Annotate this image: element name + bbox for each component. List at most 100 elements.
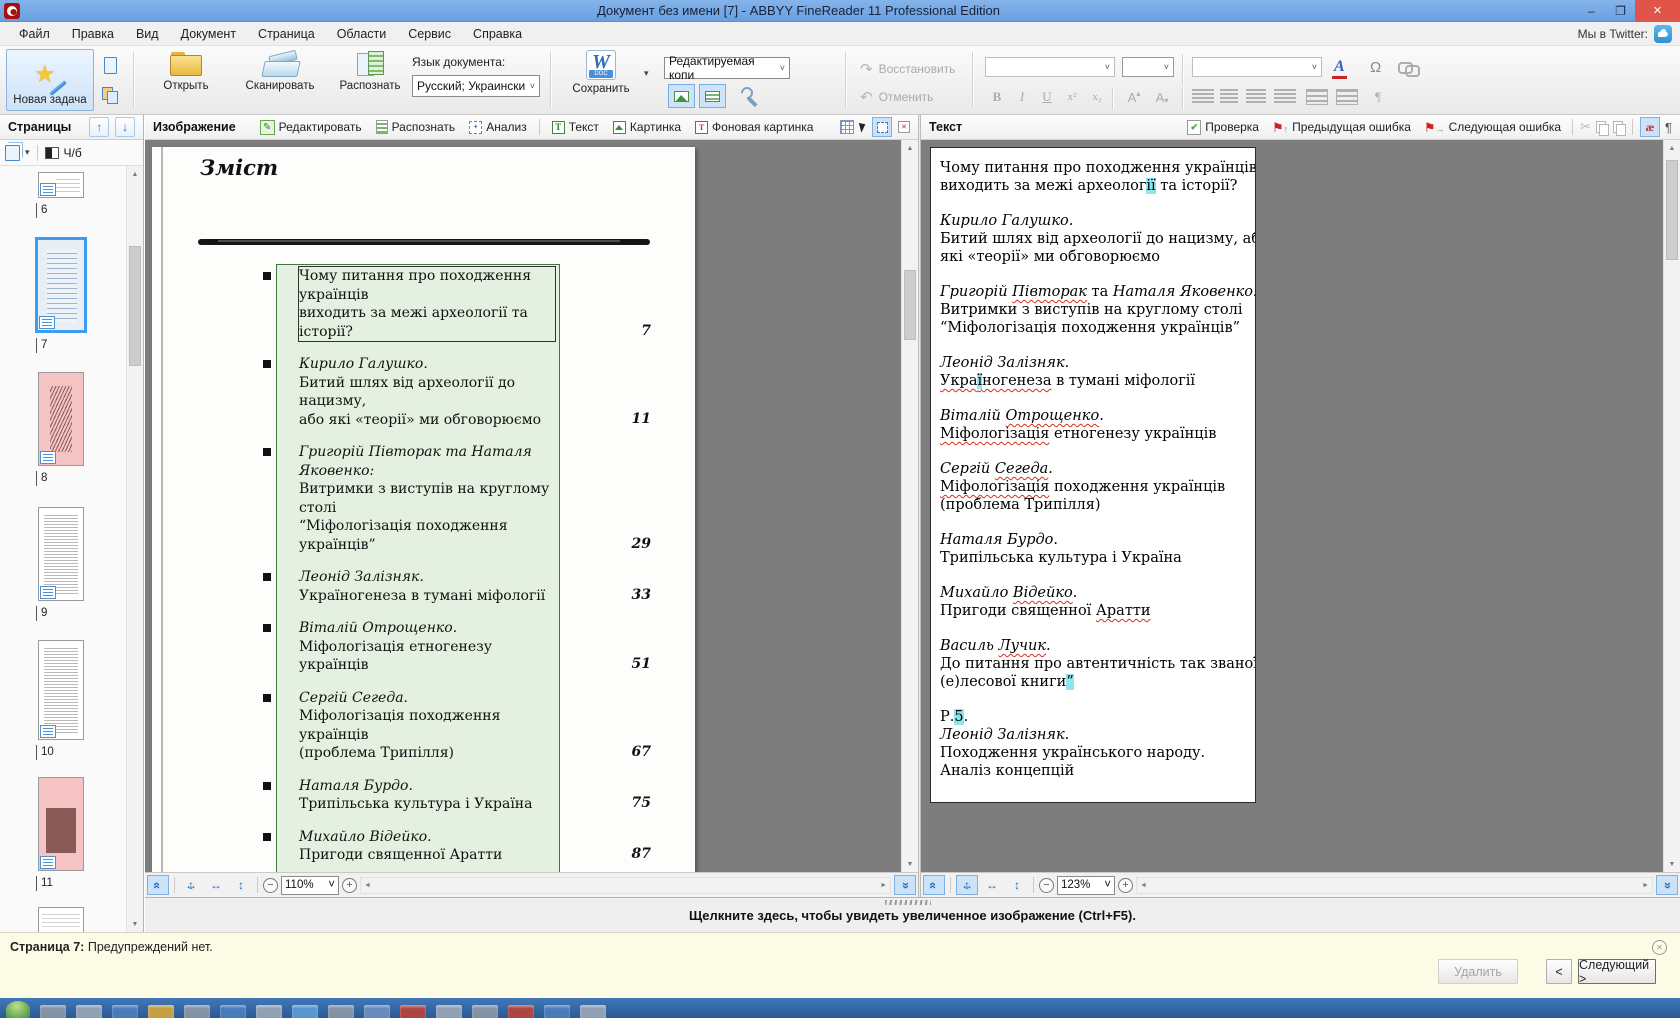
- zoom-pane-strip[interactable]: Щелкните здесь, чтобы увидеть увеличенно…: [145, 897, 1680, 932]
- scroll-up-icon[interactable]: ▲: [902, 140, 918, 156]
- image-zoom-select[interactable]: 110% ˅: [281, 875, 339, 895]
- menu-item-Справка[interactable]: Справка: [462, 27, 533, 41]
- fit-width-button[interactable]: ↔: [205, 875, 227, 895]
- fit-page-button[interactable]: ↔ ↕: [180, 875, 202, 895]
- scroll-up-icon[interactable]: ▲: [1664, 140, 1680, 156]
- taskbar-icon[interactable]: [220, 1005, 246, 1018]
- previous-error-button[interactable]: ⚑↑ Предыдущая ошибка: [1268, 119, 1415, 135]
- recognize-page-button[interactable]: Распознать: [372, 119, 460, 135]
- scroll-down-icon[interactable]: ▼: [127, 916, 143, 932]
- open-button[interactable]: Открыть: [146, 51, 226, 92]
- layout-mode-toggle[interactable]: [699, 84, 726, 108]
- collapse-panel-button[interactable]: «: [923, 875, 945, 895]
- page-thumbnail-8[interactable]: [38, 372, 84, 466]
- taskbar-icon[interactable]: [328, 1005, 354, 1018]
- zoom-in-button[interactable]: +: [1118, 877, 1133, 893]
- restore-button[interactable]: ❐: [1606, 0, 1635, 22]
- taskbar-icon[interactable]: [508, 1005, 534, 1018]
- page-thumbnail-11[interactable]: [38, 777, 84, 871]
- minimize-button[interactable]: –: [1577, 0, 1606, 22]
- menu-item-Вид[interactable]: Вид: [125, 27, 170, 41]
- analyze-button[interactable]: ✦ Анализ: [465, 119, 531, 135]
- page-thumbnail-partial[interactable]: [38, 907, 84, 933]
- taskbar-icon[interactable]: [436, 1005, 462, 1018]
- zoom-in-button[interactable]: +: [342, 877, 357, 893]
- start-button[interactable]: [6, 1001, 30, 1018]
- select-zone-tool-active[interactable]: [872, 117, 892, 137]
- save-dropdown-arrow[interactable]: ▾: [644, 68, 649, 79]
- image-canvas[interactable]: Зміст Чому питання про походження україн…: [145, 140, 918, 872]
- scrollbar-thumb[interactable]: [1666, 160, 1678, 260]
- recognize-button[interactable]: ▼ Распознать: [330, 48, 410, 92]
- scroll-down-icon[interactable]: ▼: [902, 856, 918, 872]
- font-color-icon[interactable]: A: [1332, 58, 1347, 79]
- menu-item-Документ[interactable]: Документ: [170, 27, 247, 41]
- move-page-up-button[interactable]: ↑: [89, 117, 110, 137]
- taskbar-icon[interactable]: [148, 1005, 174, 1018]
- delete-zone-tool[interactable]: ✕: [898, 121, 910, 133]
- background-picture-zone-button[interactable]: T Фоновая картинка: [691, 119, 817, 135]
- recognized-text-page[interactable]: Чому питання про походження українців вих…: [930, 147, 1256, 803]
- taskbar-icon[interactable]: [76, 1005, 102, 1018]
- edit-image-button[interactable]: ✎ Редактировать: [256, 119, 366, 136]
- taskbar-icon[interactable]: [112, 1005, 138, 1018]
- view-dropdown-arrow[interactable]: ▾: [25, 147, 30, 158]
- scroll-down-icon[interactable]: ▼: [1664, 856, 1680, 872]
- zoom-out-button[interactable]: −: [1039, 877, 1054, 893]
- page-thumbnail-9[interactable]: [38, 507, 84, 601]
- pages-scrollbar[interactable]: ▲ ▼: [126, 166, 143, 932]
- previous-page-button[interactable]: <: [1546, 959, 1572, 984]
- menu-item-Сервис[interactable]: Сервис: [397, 27, 462, 41]
- fit-width-button[interactable]: ↔: [981, 875, 1003, 895]
- menu-item-Страница[interactable]: Страница: [247, 27, 326, 41]
- save-format-select[interactable]: Редактируемая копи ˅: [664, 54, 790, 82]
- thumbnail-view-icon[interactable]: [5, 144, 20, 161]
- next-page-button[interactable]: «: [1656, 875, 1678, 895]
- text-vertical-scrollbar[interactable]: ▲ ▼: [1663, 140, 1680, 872]
- zoom-out-button[interactable]: −: [263, 877, 278, 893]
- picture-zone-button[interactable]: Картинка: [609, 119, 685, 135]
- fit-page-button[interactable]: ↔ ↕: [956, 875, 978, 895]
- taskbar-icon[interactable]: [400, 1005, 426, 1018]
- new-page-button[interactable]: [97, 52, 123, 78]
- image-mode-toggle[interactable]: [668, 84, 695, 108]
- zoom-pane-hint[interactable]: Щелкните здесь, чтобы увидеть увеличенно…: [689, 908, 1136, 923]
- menu-item-Области[interactable]: Области: [326, 27, 398, 41]
- close-button[interactable]: ✕: [1635, 0, 1680, 22]
- next-page-button-bottom[interactable]: Следующий >: [1578, 958, 1656, 986]
- cursor-tool-icon[interactable]: [858, 121, 868, 133]
- scroll-up-icon[interactable]: ▲: [127, 166, 143, 182]
- scrollbar-thumb[interactable]: [904, 270, 916, 340]
- close-warnings-icon[interactable]: ✕: [1652, 940, 1667, 955]
- table-grid-icon[interactable]: [840, 120, 854, 134]
- menu-item-Файл[interactable]: Файл: [8, 27, 61, 41]
- formatting-marks-toggle[interactable]: ¶: [1665, 120, 1672, 135]
- next-page-button[interactable]: «: [894, 875, 916, 895]
- page-thumbnail-6[interactable]: [38, 172, 84, 198]
- scan-button[interactable]: Сканировать: [232, 51, 328, 92]
- menu-item-Правка[interactable]: Правка: [61, 27, 125, 41]
- taskbar-icon[interactable]: [40, 1005, 66, 1018]
- page-thumbnail-10[interactable]: [38, 640, 84, 740]
- collapse-panel-button[interactable]: «: [147, 875, 169, 895]
- twitter-icon[interactable]: [1654, 24, 1672, 43]
- taskbar-icon[interactable]: [580, 1005, 606, 1018]
- taskbar-icon[interactable]: [292, 1005, 318, 1018]
- taskbar-icon[interactable]: [364, 1005, 390, 1018]
- save-button[interactable]: W DOC Сохранить: [562, 50, 640, 95]
- move-page-down-button[interactable]: ↓: [115, 117, 135, 137]
- image-horizontal-scrollbar[interactable]: ◄ ►: [360, 876, 891, 894]
- special-char-icon[interactable]: Ω: [1370, 59, 1381, 76]
- scrollbar-thumb[interactable]: [129, 246, 141, 366]
- verify-button[interactable]: ✔ Проверка: [1183, 119, 1263, 136]
- taskbar-icon[interactable]: [472, 1005, 498, 1018]
- new-task-button[interactable]: ★ Новая задача: [6, 49, 94, 111]
- page-thumbnail-7[interactable]: [35, 237, 87, 333]
- language-select[interactable]: Русский; Украински ˅: [412, 75, 540, 97]
- taskbar-icon[interactable]: [184, 1005, 210, 1018]
- ligature-toggle-active[interactable]: æ: [1640, 117, 1661, 137]
- next-error-button[interactable]: ⚑→ Следующая ошибка: [1420, 119, 1565, 135]
- taskbar-icon[interactable]: [544, 1005, 570, 1018]
- splitter-grip[interactable]: [885, 900, 931, 905]
- fit-height-button[interactable]: ↕: [230, 875, 252, 895]
